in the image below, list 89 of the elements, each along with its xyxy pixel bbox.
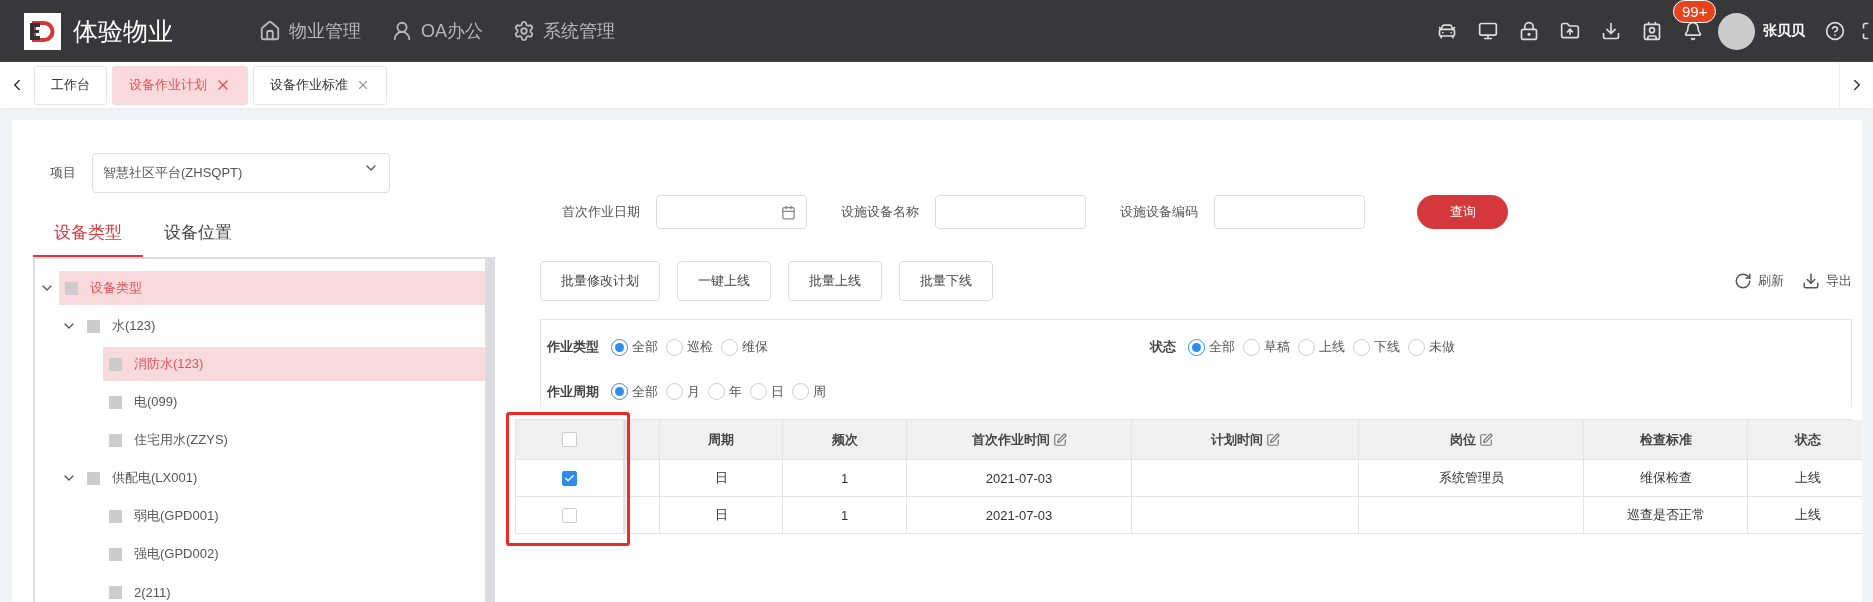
radio-option[interactable]: 月 bbox=[666, 382, 700, 401]
check-icon bbox=[564, 472, 575, 484]
nav-link[interactable]: OA办公 bbox=[391, 19, 483, 43]
radio-option[interactable]: 维保 bbox=[721, 338, 768, 357]
column-header: 状态 bbox=[1748, 420, 1862, 460]
filter-label: 状态 bbox=[1150, 338, 1176, 357]
nav-link[interactable]: 系统管理 bbox=[513, 19, 615, 43]
radio-option[interactable]: 上线 bbox=[1298, 338, 1345, 357]
filter-label: 作业周期 bbox=[547, 382, 599, 401]
close-icon[interactable] bbox=[356, 78, 370, 92]
checkbox[interactable] bbox=[562, 470, 577, 486]
project-label: 项目 bbox=[50, 164, 76, 182]
radio-option[interactable]: 下线 bbox=[1353, 338, 1400, 357]
tree-item[interactable]: 强电(GPD002) bbox=[103, 537, 485, 571]
filter-label: 设施设备编码 bbox=[1120, 203, 1198, 221]
scrollbar[interactable] bbox=[485, 259, 493, 602]
radio-option[interactable]: 全部 bbox=[611, 382, 658, 401]
tree-tab[interactable]: 设备类型 bbox=[33, 213, 143, 257]
nav-link[interactable]: 物业管理 bbox=[259, 19, 361, 43]
table-cell: 1 bbox=[783, 497, 907, 534]
home-icon bbox=[259, 20, 281, 42]
user-icon bbox=[391, 20, 413, 42]
action-button[interactable]: 一键上线 bbox=[677, 261, 771, 301]
filter-label: 设施设备名称 bbox=[841, 203, 919, 221]
avatar[interactable] bbox=[1718, 12, 1755, 50]
checkbox[interactable] bbox=[562, 507, 577, 523]
column-header: 首次作业时间 bbox=[907, 420, 1132, 460]
table-cell: 2021-07-03 bbox=[907, 497, 1132, 534]
tree-item[interactable]: 水(123) bbox=[81, 309, 485, 343]
input-field[interactable] bbox=[935, 195, 1086, 229]
table-cell: 日 bbox=[660, 460, 783, 497]
car-icon[interactable] bbox=[1437, 21, 1457, 41]
refresh-link[interactable]: 刷新 bbox=[1734, 272, 1784, 290]
radio-option[interactable]: 草稿 bbox=[1243, 338, 1290, 357]
help-icon[interactable] bbox=[1825, 21, 1845, 41]
logo-icon bbox=[24, 12, 61, 50]
column-header: 岗位 bbox=[1359, 420, 1584, 460]
edit-icon[interactable] bbox=[1265, 432, 1280, 447]
filter-label: 作业类型 bbox=[547, 338, 599, 357]
page-tab[interactable]: 设备作业标准 bbox=[253, 65, 387, 105]
tree-item[interactable]: 2(211) bbox=[103, 575, 485, 602]
export-link[interactable]: 导出 bbox=[1802, 272, 1852, 290]
edit-icon[interactable] bbox=[1478, 432, 1493, 447]
column-header: 频次 bbox=[783, 420, 907, 460]
contact-icon[interactable] bbox=[1642, 21, 1662, 41]
action-button[interactable]: 批量下线 bbox=[899, 261, 993, 301]
table-cell: 2021-07-03 bbox=[907, 460, 1132, 497]
column-header: 周期 bbox=[660, 420, 783, 460]
folder-upload-icon[interactable] bbox=[1560, 21, 1580, 41]
action-button[interactable]: 批量修改计划 bbox=[540, 261, 660, 301]
column-header: 计划时间 bbox=[1132, 420, 1359, 460]
download-icon[interactable] bbox=[1802, 272, 1820, 290]
radio-option[interactable]: 巡检 bbox=[666, 338, 713, 357]
project-select[interactable]: 智慧社区平台(ZHSQPT) bbox=[92, 153, 390, 193]
lock-icon[interactable] bbox=[1519, 21, 1539, 41]
action-button[interactable]: 批量上线 bbox=[788, 261, 882, 301]
table-cell: 系统管理员 bbox=[1359, 460, 1584, 497]
notification-badge: 99+ bbox=[1673, 0, 1717, 23]
tree-item[interactable]: 住宅用水(ZZYS) bbox=[103, 423, 485, 457]
table-cell: 巡查是否正常 bbox=[1584, 497, 1748, 534]
filter-label: 首次作业日期 bbox=[562, 203, 640, 221]
download-icon[interactable] bbox=[1601, 21, 1621, 41]
user-name[interactable]: 张贝贝 bbox=[1763, 22, 1805, 40]
radio-option[interactable]: 未做 bbox=[1408, 338, 1455, 357]
tree-item[interactable]: 弱电(GPD001) bbox=[103, 499, 485, 533]
tree-item[interactable]: 电(099) bbox=[103, 385, 485, 419]
table-cell: 日 bbox=[660, 497, 783, 534]
column-header: 检查标准 bbox=[1584, 420, 1748, 460]
table-cell: 1 bbox=[783, 460, 907, 497]
checkbox[interactable] bbox=[562, 432, 577, 447]
app-title: 体验物业 bbox=[73, 15, 174, 47]
tree-item[interactable]: 供配电(LX001) bbox=[81, 461, 485, 495]
page-tab[interactable]: 工作台 bbox=[34, 65, 107, 105]
radio-option[interactable]: 年 bbox=[708, 382, 742, 401]
radio-option[interactable]: 全部 bbox=[611, 338, 658, 357]
radio-option[interactable]: 日 bbox=[750, 382, 784, 401]
refresh-icon[interactable] bbox=[1734, 272, 1752, 290]
table-cell: 维保检查 bbox=[1584, 460, 1748, 497]
bell-icon[interactable] bbox=[1683, 21, 1703, 41]
tree-tab[interactable]: 设备位置 bbox=[143, 213, 253, 257]
settings-icon bbox=[513, 20, 535, 42]
input-field[interactable] bbox=[1214, 195, 1365, 229]
radio-option[interactable]: 周 bbox=[792, 382, 826, 401]
radio-option[interactable]: 全部 bbox=[1188, 338, 1235, 357]
monitor-icon[interactable] bbox=[1478, 21, 1498, 41]
edit-icon[interactable] bbox=[1052, 432, 1067, 447]
date-field[interactable] bbox=[656, 195, 807, 229]
calendar-icon[interactable] bbox=[781, 204, 796, 220]
query-button[interactable]: 查询 bbox=[1417, 195, 1508, 229]
